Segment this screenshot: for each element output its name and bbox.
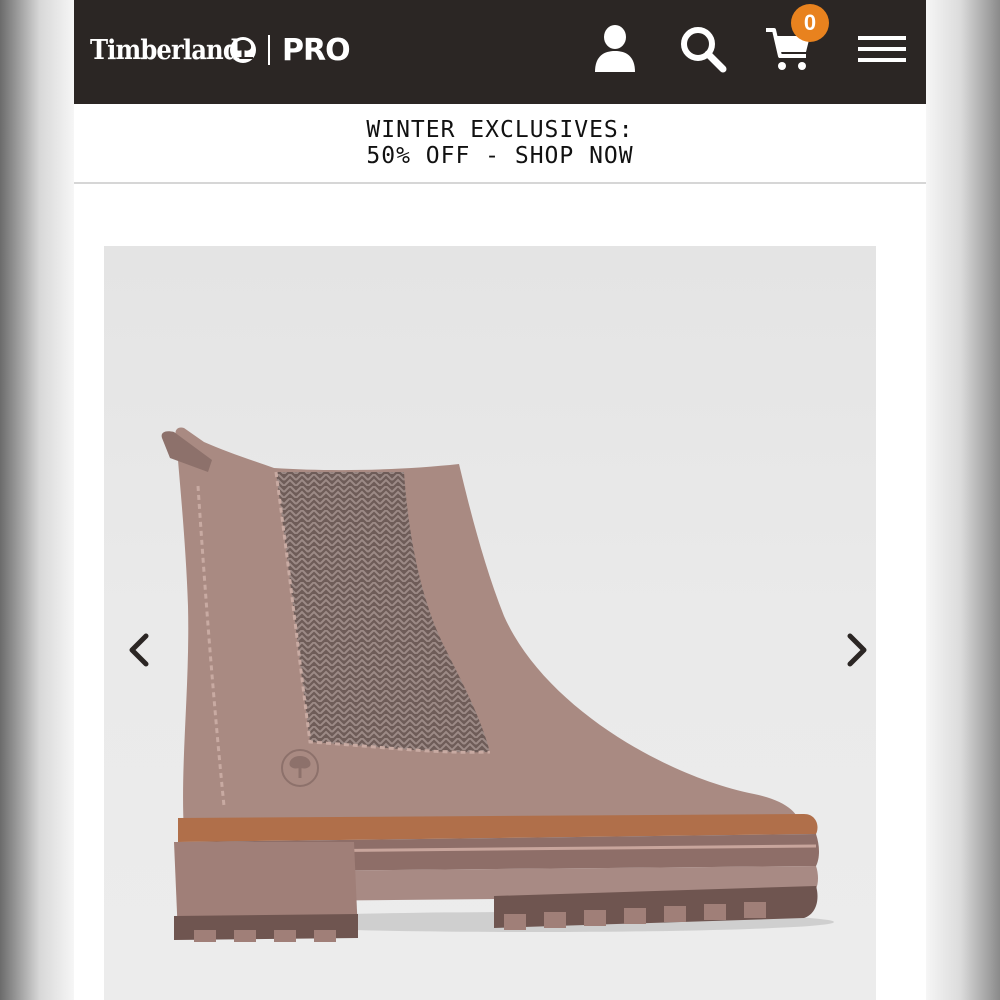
carousel-prev-button[interactable] (124, 630, 154, 670)
chevron-left-icon (129, 633, 149, 667)
menu-icon (858, 36, 906, 62)
pro-wordmark: PRO (282, 32, 351, 68)
brand-logo[interactable]: Timberland PRO (90, 30, 351, 70)
account-button[interactable] (592, 22, 638, 74)
logo-divider (268, 35, 270, 65)
product-image (161, 427, 834, 942)
brand-wordmark: Timberland (90, 34, 240, 66)
top-navigation-bar: Timberland PRO 0 (74, 0, 926, 104)
promo-banner[interactable]: WINTER EXCLUSIVES: 50% OFF - SHOP NOW (74, 104, 926, 184)
promo-line-2: 50% OFF - SHOP NOW (366, 143, 634, 169)
account-icon (595, 25, 635, 72)
page: Timberland PRO 0 WINTER EXCLUSIVES: 50% … (74, 0, 926, 1000)
product-image-carousel[interactable] (104, 246, 876, 1000)
search-button[interactable] (678, 24, 728, 74)
chevron-right-icon (847, 633, 867, 667)
search-icon (681, 27, 727, 73)
menu-button[interactable] (858, 34, 906, 64)
cart-count-badge: 0 (791, 4, 829, 42)
carousel-next-button[interactable] (842, 630, 872, 670)
promo-line-1: WINTER EXCLUSIVES: (366, 117, 634, 143)
